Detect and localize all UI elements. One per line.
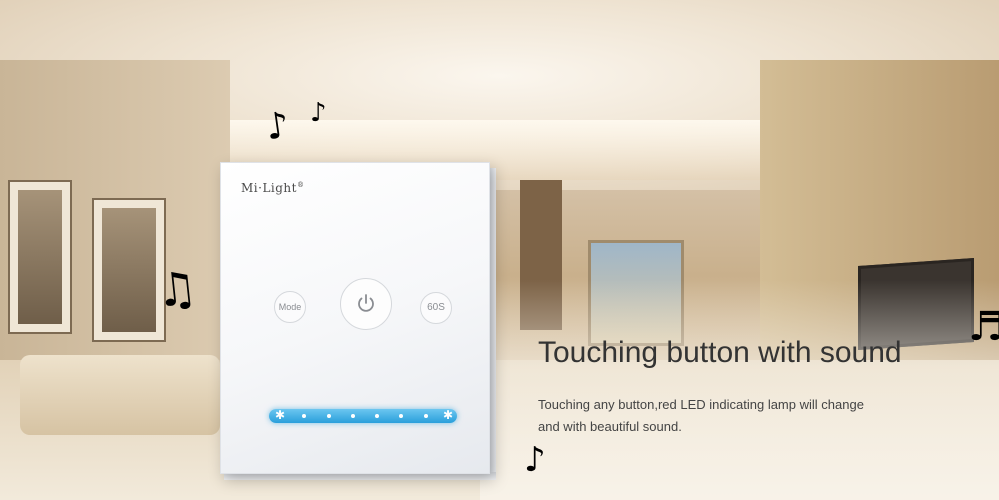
led-dot xyxy=(375,414,379,418)
led-indicator-bar: ✱ ✱ xyxy=(269,408,457,423)
led-dot xyxy=(399,414,403,418)
music-note-icon: ♪ xyxy=(310,98,327,128)
timer-button[interactable]: 60S xyxy=(420,292,452,324)
led-dot xyxy=(327,414,331,418)
music-note-icon: ♪ xyxy=(524,440,546,480)
power-button[interactable] xyxy=(340,278,392,330)
mode-button[interactable]: Mode xyxy=(274,291,306,323)
music-note-icon: ♫ xyxy=(153,259,200,319)
description: Touching any button,red LED indicating l… xyxy=(538,394,958,438)
touch-panel: Mi·Light® Mode 60S ✱ ✱ xyxy=(220,162,490,474)
description-line: and with beautiful sound. xyxy=(538,419,682,434)
sofa xyxy=(20,355,220,435)
wall-picture-frame xyxy=(8,180,72,334)
led-dot xyxy=(351,414,355,418)
description-line: Touching any button,red LED indicating l… xyxy=(538,397,864,412)
led-dot xyxy=(302,414,306,418)
brand-logo: Mi·Light® xyxy=(241,181,305,195)
text-backdrop xyxy=(480,280,999,500)
led-star-icon: ✱ xyxy=(443,408,454,422)
headline: Touching button with sound xyxy=(538,336,902,369)
led-dot xyxy=(424,414,428,418)
led-star-icon: ✱ xyxy=(275,408,286,422)
music-note-icon: ♬ xyxy=(968,304,999,350)
power-icon xyxy=(358,294,374,312)
